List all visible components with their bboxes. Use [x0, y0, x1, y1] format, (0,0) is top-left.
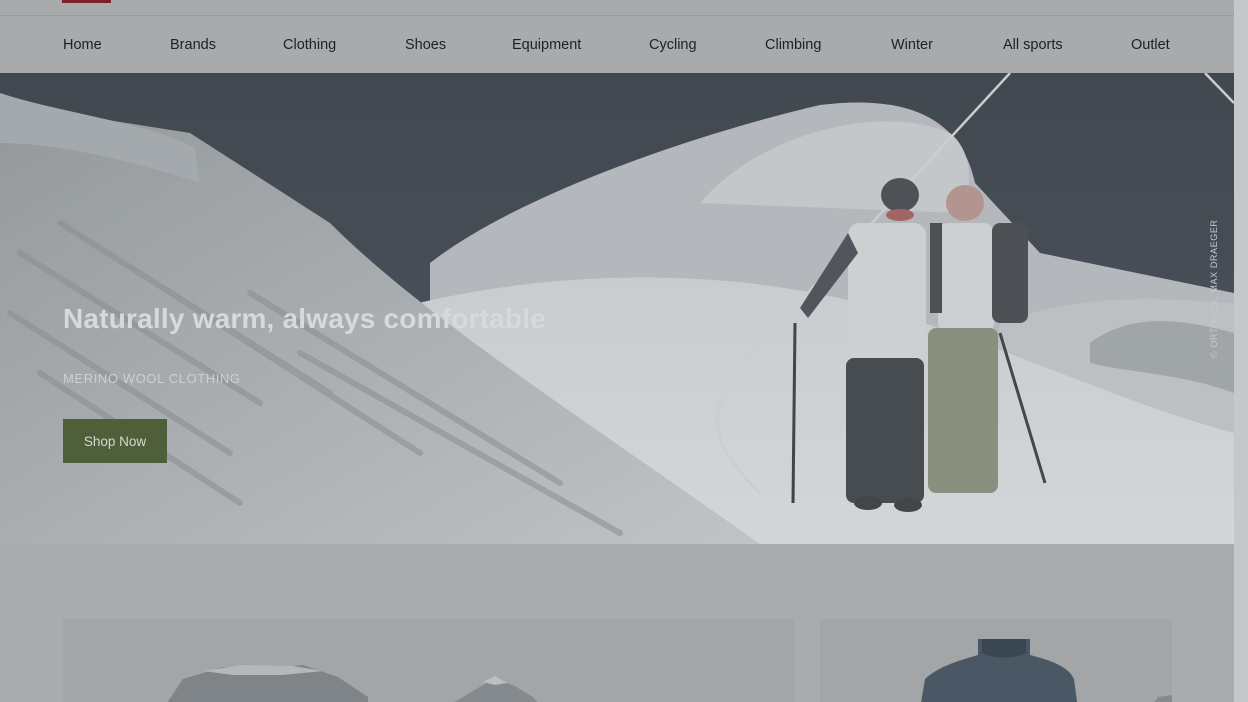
page: Home Brands Clothing Shoes Equipment Cyc…: [0, 0, 1248, 702]
product-teasers: [0, 544, 1234, 702]
hero-subtitle: MERINO WOOL CLOTHING: [63, 371, 241, 386]
nav-item-brands[interactable]: Brands: [170, 34, 216, 56]
hero-title: Naturally warm, always comfortable: [63, 303, 546, 334]
nav-item-winter[interactable]: Winter: [891, 34, 933, 56]
mountain-image: [63, 619, 794, 702]
nav-item-clothing[interactable]: Clothing: [283, 34, 336, 56]
logo[interactable]: [62, 0, 111, 3]
nav-item-shoes[interactable]: Shoes: [405, 34, 446, 56]
photo-credit: © ORTOVOX, MAX DRAEGER: [1209, 219, 1219, 358]
shop-now-button[interactable]: Shop Now: [63, 419, 167, 463]
hero-banner: Naturally warm, always comfortable MERIN…: [0, 73, 1234, 544]
header-top-strip: [0, 0, 1234, 16]
nav-item-equipment[interactable]: Equipment: [512, 34, 581, 56]
nav-item-home[interactable]: Home: [63, 34, 102, 56]
nav-item-all-sports[interactable]: All sports: [1003, 34, 1063, 56]
nav-item-climbing[interactable]: Climbing: [765, 34, 821, 56]
teaser-card-mountains[interactable]: [63, 619, 794, 702]
main-column: Home Brands Clothing Shoes Equipment Cyc…: [0, 0, 1234, 702]
jacket-image: [820, 619, 1172, 702]
nav-item-cycling[interactable]: Cycling: [649, 34, 697, 56]
scrollbar[interactable]: [1234, 0, 1248, 702]
teaser-card-jacket[interactable]: [820, 619, 1172, 702]
nav-item-outlet[interactable]: Outlet: [1131, 34, 1170, 56]
main-navigation: Home Brands Clothing Shoes Equipment Cyc…: [0, 17, 1234, 73]
